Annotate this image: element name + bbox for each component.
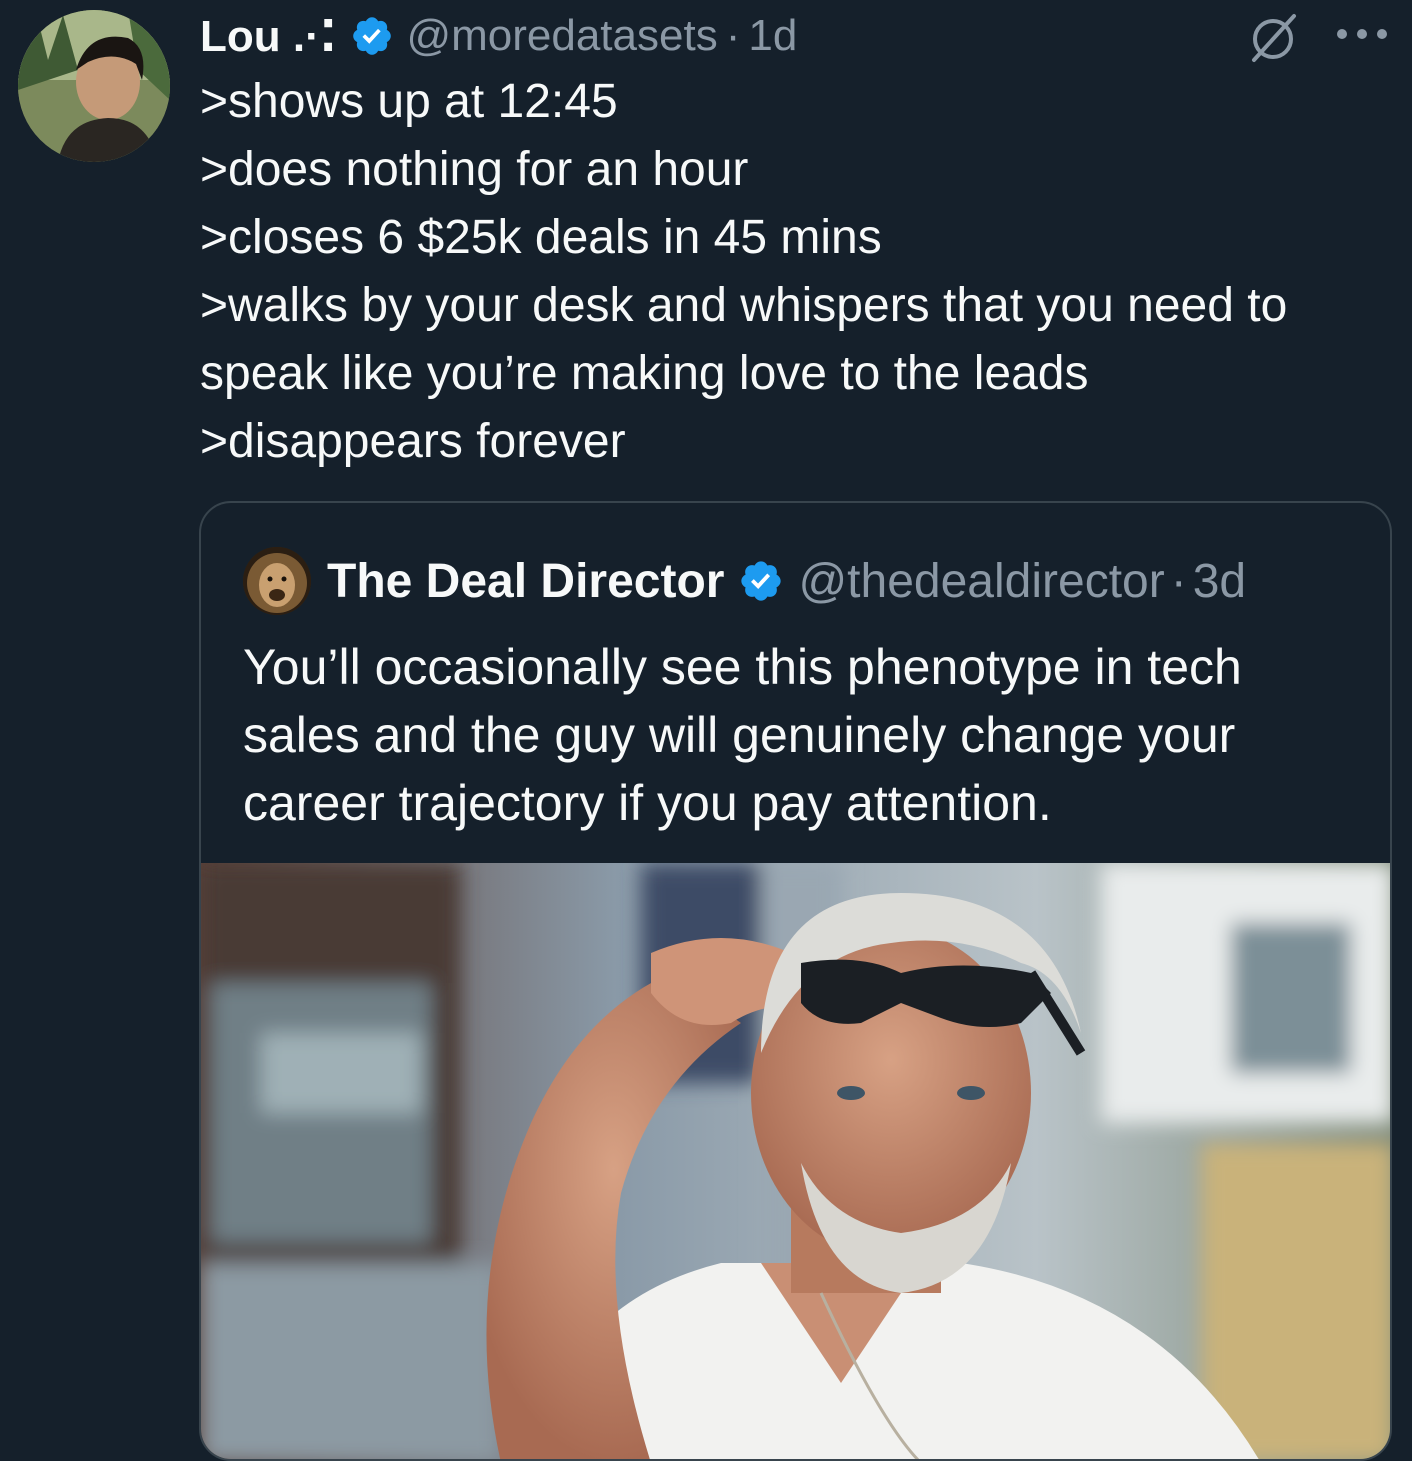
tweet-line: >does nothing for an hour bbox=[200, 143, 749, 196]
quoted-tweet-timestamp[interactable]: 3d bbox=[1193, 554, 1246, 609]
tweet-line: >walks by your desk and whispers that yo… bbox=[200, 279, 1288, 332]
author-avatar[interactable] bbox=[18, 10, 170, 162]
tweet-timestamp[interactable]: 1d bbox=[748, 11, 797, 61]
author-handle[interactable]: @moredatasets bbox=[406, 11, 717, 61]
quoted-tweet-body: You’ll occasionally see this phenotype i… bbox=[243, 633, 1373, 837]
verified-badge-icon[interactable] bbox=[738, 558, 784, 604]
separator-dot: · bbox=[725, 11, 741, 60]
quoted-tweet-line: career trajectory if you pay attention. bbox=[243, 775, 1052, 831]
tweet-line: >closes 6 $25k deals in 45 mins bbox=[200, 211, 882, 264]
quoted-author-handle[interactable]: @thedealdirector bbox=[798, 554, 1164, 609]
grok-icon[interactable] bbox=[1244, 8, 1302, 66]
quoted-author-avatar[interactable] bbox=[243, 547, 311, 615]
tweet-body: >shows up at 12:45 >does nothing for an … bbox=[200, 68, 1400, 476]
tweet-line: >disappears forever bbox=[200, 415, 626, 468]
verified-badge-icon[interactable] bbox=[350, 14, 394, 58]
quoted-tweet-line: sales and the guy will genuinely change … bbox=[243, 707, 1236, 763]
quoted-tweet-header: The Deal Director @thedealdirector · 3d bbox=[243, 547, 1246, 615]
quoted-tweet-line: You’ll occasionally see this phenotype i… bbox=[243, 639, 1242, 695]
quoted-author-display-name[interactable]: The Deal Director bbox=[327, 554, 724, 609]
more-icon[interactable] bbox=[1334, 22, 1390, 46]
tweet-header: Lou .·⁚ @moredatasets · 1d bbox=[200, 6, 797, 66]
separator-dot: · bbox=[1170, 554, 1187, 608]
tweet-line: speak like you’re making love to the lea… bbox=[200, 347, 1089, 400]
author-display-name[interactable]: Lou .·⁚ bbox=[200, 11, 336, 62]
tweet[interactable]: Lou .·⁚ @moredatasets · 1d >shows up at … bbox=[0, 0, 1412, 1461]
quoted-tweet-card[interactable]: The Deal Director @thedealdirector · 3d … bbox=[199, 501, 1392, 1461]
quoted-tweet-photo[interactable] bbox=[201, 863, 1390, 1459]
tweet-line: >shows up at 12:45 bbox=[200, 75, 618, 128]
